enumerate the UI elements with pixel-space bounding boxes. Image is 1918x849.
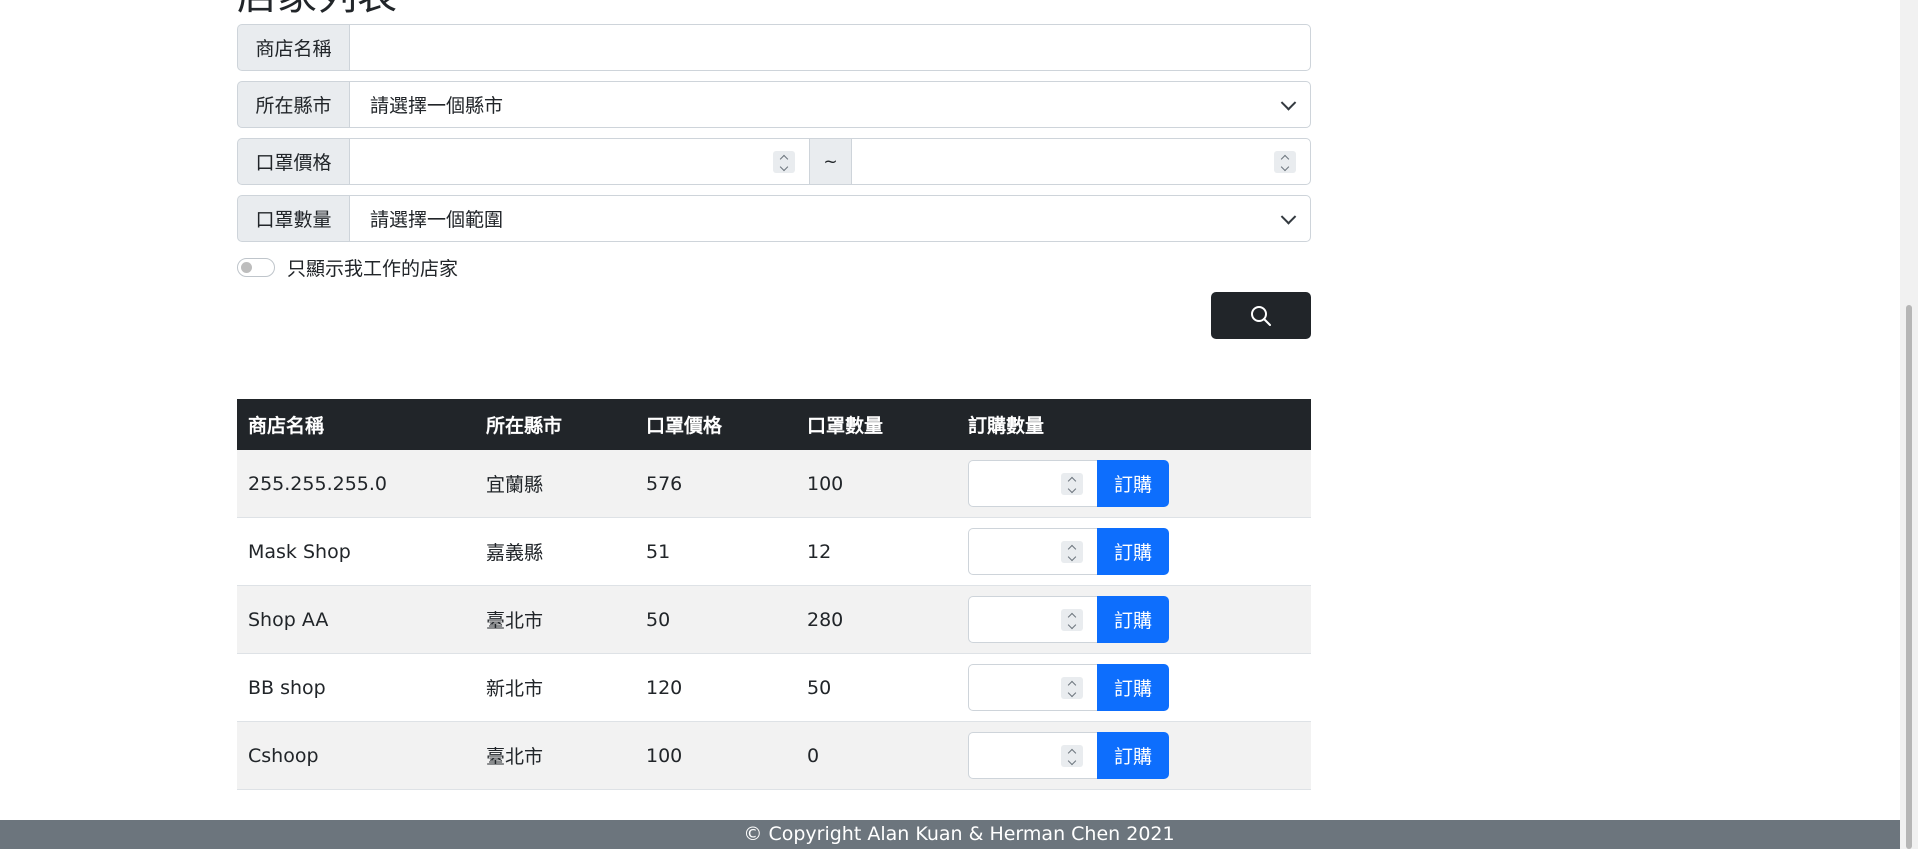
cell-shop-name: BB shop: [248, 676, 326, 699]
page-title: 店家列表: [237, 0, 397, 20]
order-group: 訂購: [968, 596, 1311, 643]
my-shops-toggle[interactable]: [237, 258, 275, 277]
header-city: 所在縣市: [486, 415, 563, 437]
cell-city: 宜蘭縣: [486, 474, 544, 496]
shop-name-group: 商店名稱: [237, 24, 1311, 71]
table-row: Cshoop 臺北市 100 0 訂購: [237, 722, 1311, 790]
cell-order: 訂購: [957, 460, 1311, 507]
header-quantity: 口罩數量: [807, 415, 884, 437]
cell-shop-name: 255.255.255.0: [248, 472, 388, 495]
order-quantity-input[interactable]: [968, 732, 1097, 779]
spinner-icon[interactable]: [773, 150, 795, 173]
cell-order: 訂購: [957, 596, 1311, 643]
table-row: BB shop 新北市 120 50 訂購: [237, 654, 1311, 722]
price-separator: ~: [809, 138, 851, 185]
cell-order: 訂購: [957, 664, 1311, 711]
cell-price: 120: [646, 676, 683, 699]
cell-order: 訂購: [957, 732, 1311, 779]
my-shops-toggle-label: 只顯示我工作的店家: [287, 258, 459, 280]
order-group: 訂購: [968, 732, 1311, 779]
order-button[interactable]: 訂購: [1097, 664, 1169, 711]
city-select[interactable]: 請選擇一個縣市: [349, 81, 1311, 128]
cell-quantity: 0: [807, 744, 820, 767]
quantity-select[interactable]: 請選擇一個範圍: [349, 195, 1311, 242]
order-quantity-input[interactable]: [968, 528, 1097, 575]
city-label: 所在縣市: [237, 81, 349, 128]
order-button[interactable]: 訂購: [1097, 596, 1169, 643]
cell-quantity: 12: [807, 540, 832, 563]
order-group: 訂購: [968, 460, 1311, 507]
cell-shop-name: Shop AA: [248, 608, 329, 631]
order-quantity-input[interactable]: [968, 460, 1097, 507]
spinner-icon[interactable]: [1061, 472, 1083, 495]
price-max-input[interactable]: [851, 138, 1311, 185]
cell-price: 100: [646, 744, 683, 767]
header-order-qty: 訂購數量: [968, 415, 1045, 437]
scrollbar-thumb[interactable]: [1906, 305, 1912, 849]
search-button[interactable]: [1211, 292, 1311, 339]
table-row: Shop AA 臺北市 50 280 訂購: [237, 586, 1311, 654]
shop-name-label: 商店名稱: [237, 24, 349, 71]
city-select-value: 請選擇一個縣市: [370, 95, 504, 117]
cell-shop-name: Mask Shop: [248, 540, 351, 563]
cell-order: 訂購: [957, 528, 1311, 575]
chevron-down-icon: [1280, 94, 1297, 111]
spinner-icon[interactable]: [1061, 676, 1083, 699]
order-button[interactable]: 訂購: [1097, 460, 1169, 507]
price-label: 口罩價格: [237, 138, 349, 185]
cell-city: 新北市: [486, 678, 544, 700]
cell-city: 臺北市: [486, 610, 544, 632]
chevron-down-icon: [1280, 208, 1297, 225]
cell-quantity: 100: [807, 472, 844, 495]
order-quantity-input[interactable]: [968, 596, 1097, 643]
spinner-icon[interactable]: [1061, 744, 1083, 767]
order-quantity-input[interactable]: [968, 664, 1097, 711]
shop-name-input[interactable]: [349, 24, 1311, 71]
order-button[interactable]: 訂購: [1097, 528, 1169, 575]
scrollbar[interactable]: [1900, 0, 1918, 849]
cell-city: 臺北市: [486, 746, 544, 768]
cell-shop-name: Cshoop: [248, 744, 319, 767]
cell-price: 50: [646, 608, 671, 631]
quantity-select-value: 請選擇一個範圍: [370, 209, 504, 231]
price-group: 口罩價格 ~: [237, 138, 1311, 185]
cell-price: 51: [646, 540, 671, 563]
header-shop-name: 商店名稱: [248, 415, 325, 437]
spinner-icon[interactable]: [1274, 150, 1296, 173]
order-group: 訂購: [968, 664, 1311, 711]
header-price: 口罩價格: [646, 415, 723, 437]
quantity-label: 口罩數量: [237, 195, 349, 242]
cell-city: 嘉義縣: [486, 542, 544, 564]
copyright-text: © Copyright Alan Kuan & Herman Chen 2021: [743, 823, 1175, 845]
search-icon: [1251, 305, 1271, 326]
table-row: Mask Shop 嘉義縣 51 12 訂購: [237, 518, 1311, 586]
cell-quantity: 280: [807, 608, 844, 631]
price-min-input[interactable]: [349, 138, 809, 185]
footer: © Copyright Alan Kuan & Herman Chen 2021: [0, 820, 1918, 849]
city-group: 所在縣市 請選擇一個縣市: [237, 81, 1311, 128]
cell-price: 576: [646, 472, 683, 495]
my-shops-toggle-row: 只顯示我工作的店家: [237, 254, 458, 281]
spinner-icon[interactable]: [1061, 540, 1083, 563]
table-header: 商店名稱 所在縣市 口罩價格 口罩數量 訂購數量: [237, 399, 1311, 450]
cell-quantity: 50: [807, 676, 832, 699]
order-button[interactable]: 訂購: [1097, 732, 1169, 779]
spinner-icon[interactable]: [1061, 608, 1083, 631]
quantity-group: 口罩數量 請選擇一個範圍: [237, 195, 1311, 242]
shops-table: 商店名稱 所在縣市 口罩價格 口罩數量 訂購數量 255.255.255.0 宜…: [237, 399, 1311, 790]
order-group: 訂購: [968, 528, 1311, 575]
table-row: 255.255.255.0 宜蘭縣 576 100 訂購: [237, 450, 1311, 518]
